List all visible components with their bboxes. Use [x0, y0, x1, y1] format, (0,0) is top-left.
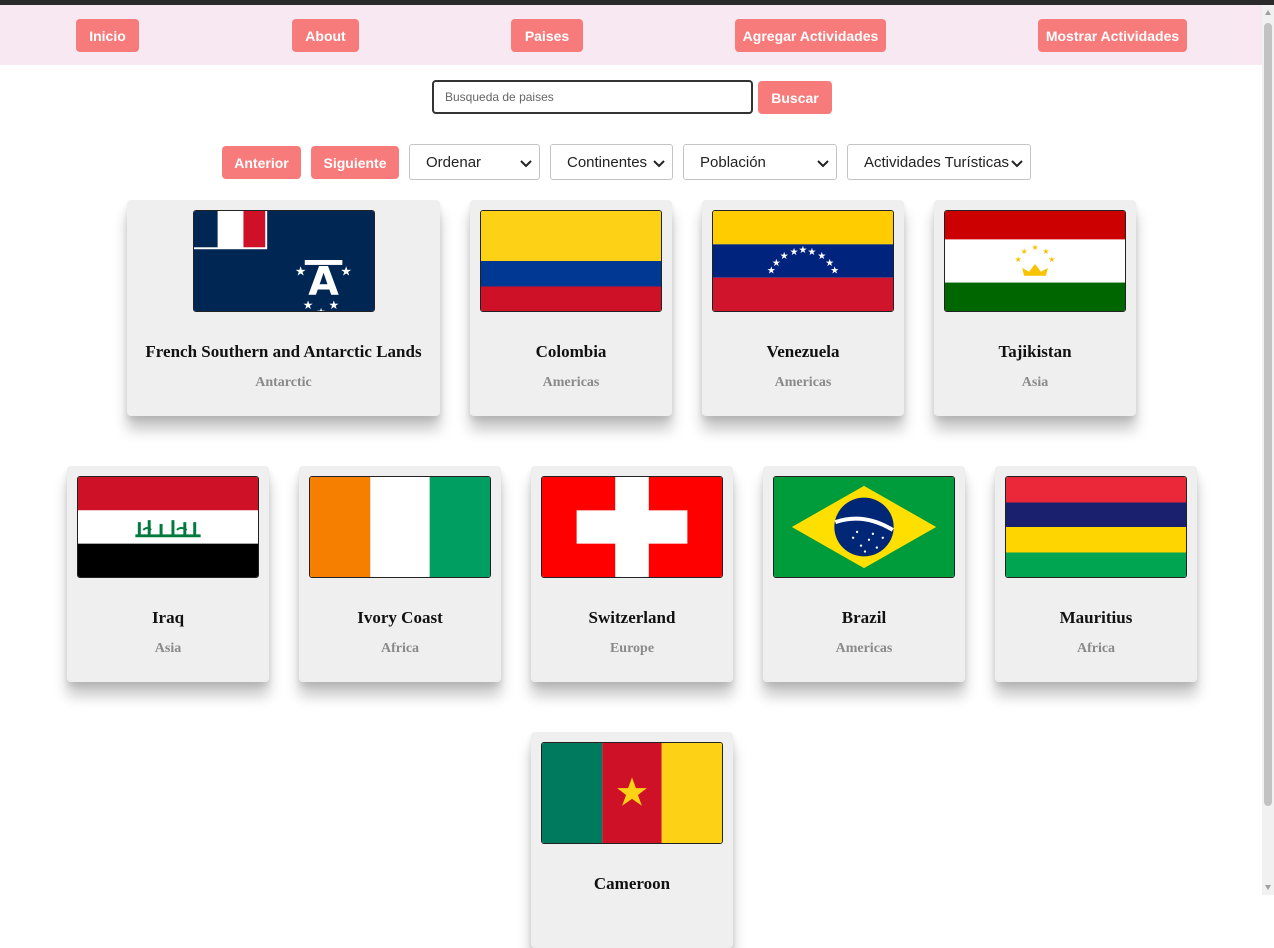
country-continent: Africa [380, 641, 420, 656]
scroll-down-arrow-icon[interactable] [1264, 883, 1272, 891]
navbar: Inicio About Paises Agregar Actividades … [0, 5, 1262, 65]
flag-mu-icon [1005, 476, 1187, 578]
flag-iq-icon [77, 476, 259, 578]
country-name: Mauritius [1059, 608, 1133, 627]
svg-text:★: ★ [1021, 247, 1028, 256]
flag-ve-icon: ★ ★ ★ ★ ★ ★ ★ ★ ★ [712, 210, 894, 312]
country-name: Cameroon [593, 874, 671, 893]
flag-cm-icon [541, 742, 723, 844]
country-continent: Americas [542, 375, 600, 390]
country-card[interactable]: A ★ ★ ★ ★ ★ French Southern and Antarcti… [127, 200, 440, 416]
nav-agregar-actividades-button[interactable]: Agregar Actividades [735, 19, 886, 52]
search-input[interactable] [432, 80, 753, 114]
svg-text:★: ★ [1015, 255, 1022, 264]
nav-about-button[interactable]: About [292, 19, 359, 52]
country-name: Ivory Coast [357, 608, 443, 627]
scrollbar-thumb[interactable] [1264, 23, 1272, 806]
chevron-down-icon [520, 160, 532, 168]
search-button[interactable]: Buscar [758, 81, 832, 114]
continent-select[interactable]: Continentes [550, 144, 673, 180]
chevron-down-icon [1011, 160, 1023, 168]
chevron-down-icon [817, 160, 829, 168]
country-name: Switzerland [588, 608, 676, 627]
next-page-button[interactable]: Siguiente [311, 146, 399, 179]
population-select[interactable]: Población [683, 144, 837, 180]
order-select-value: Ordenar [426, 153, 482, 171]
country-card[interactable]: Cameroon [531, 732, 733, 948]
flag-tf-icon: A ★ ★ ★ ★ ★ [192, 210, 375, 312]
chevron-down-icon [653, 160, 665, 168]
country-card[interactable]: ★ ★ ★ ★ ★ Tajikistan Asia [934, 200, 1136, 416]
country-name: Iraq [151, 608, 185, 627]
country-name: Brazil [841, 608, 887, 627]
svg-text:★: ★ [340, 265, 352, 280]
nav-mostrar-actividades-button[interactable]: Mostrar Actividades [1038, 19, 1187, 52]
activities-select[interactable]: Actividades Turísticas [847, 144, 1031, 180]
country-card[interactable]: Mauritius Africa [995, 466, 1197, 682]
svg-text:★: ★ [316, 307, 325, 311]
svg-text:★: ★ [1031, 243, 1038, 252]
population-select-value: Población [700, 153, 766, 171]
country-name: French Southern and Antarctic Lands [145, 342, 422, 361]
country-card[interactable]: Ivory Coast Africa [299, 466, 501, 682]
svg-text:★: ★ [790, 247, 799, 258]
activities-select-value: Actividades Turísticas [864, 153, 1010, 171]
page-scrollbar[interactable] [1262, 5, 1274, 895]
country-card[interactable]: ★ ★ ★ ★ ★ ★ ★ ★ ★ Venezuela Americas [702, 200, 904, 416]
order-select[interactable]: Ordenar [409, 144, 540, 180]
flag-co-icon [480, 210, 662, 312]
country-continent: Europe [609, 641, 655, 656]
country-card[interactable]: Brazil Americas [763, 466, 965, 682]
country-continent: Asia [1021, 375, 1049, 390]
country-card[interactable]: Iraq Asia [67, 466, 269, 682]
svg-text:★: ★ [830, 266, 839, 277]
svg-text:★: ★ [328, 298, 339, 311]
nav-paises-button[interactable]: Paises [511, 19, 583, 52]
flag-ci-icon [309, 476, 491, 578]
country-card[interactable]: Colombia Americas [470, 200, 672, 416]
scroll-up-arrow-icon[interactable] [1264, 9, 1272, 17]
country-continent: Americas [835, 641, 893, 656]
country-continent: Antarctic [255, 375, 312, 390]
svg-text:★: ★ [1048, 255, 1055, 264]
svg-text:★: ★ [294, 265, 306, 280]
previous-page-button[interactable]: Anterior [222, 146, 301, 179]
svg-text:★: ★ [302, 298, 313, 311]
country-continent: Africa [1076, 641, 1116, 656]
flag-tj-icon: ★ ★ ★ ★ ★ [944, 210, 1126, 312]
country-continent: Asia [154, 641, 182, 656]
svg-text:★: ★ [807, 247, 816, 258]
continent-select-value: Continentes [567, 153, 648, 171]
country-name: Venezuela [766, 342, 840, 361]
country-continent: Americas [774, 375, 832, 390]
country-card[interactable]: Switzerland Europe [531, 466, 733, 682]
nav-inicio-button[interactable]: Inicio [76, 19, 139, 52]
svg-text:★: ★ [780, 251, 789, 262]
svg-text:★: ★ [799, 245, 808, 256]
flag-ch-icon [541, 476, 723, 578]
country-name: Tajikistan [998, 342, 1072, 361]
country-name: Colombia [535, 342, 607, 361]
flag-br-icon [773, 476, 955, 578]
